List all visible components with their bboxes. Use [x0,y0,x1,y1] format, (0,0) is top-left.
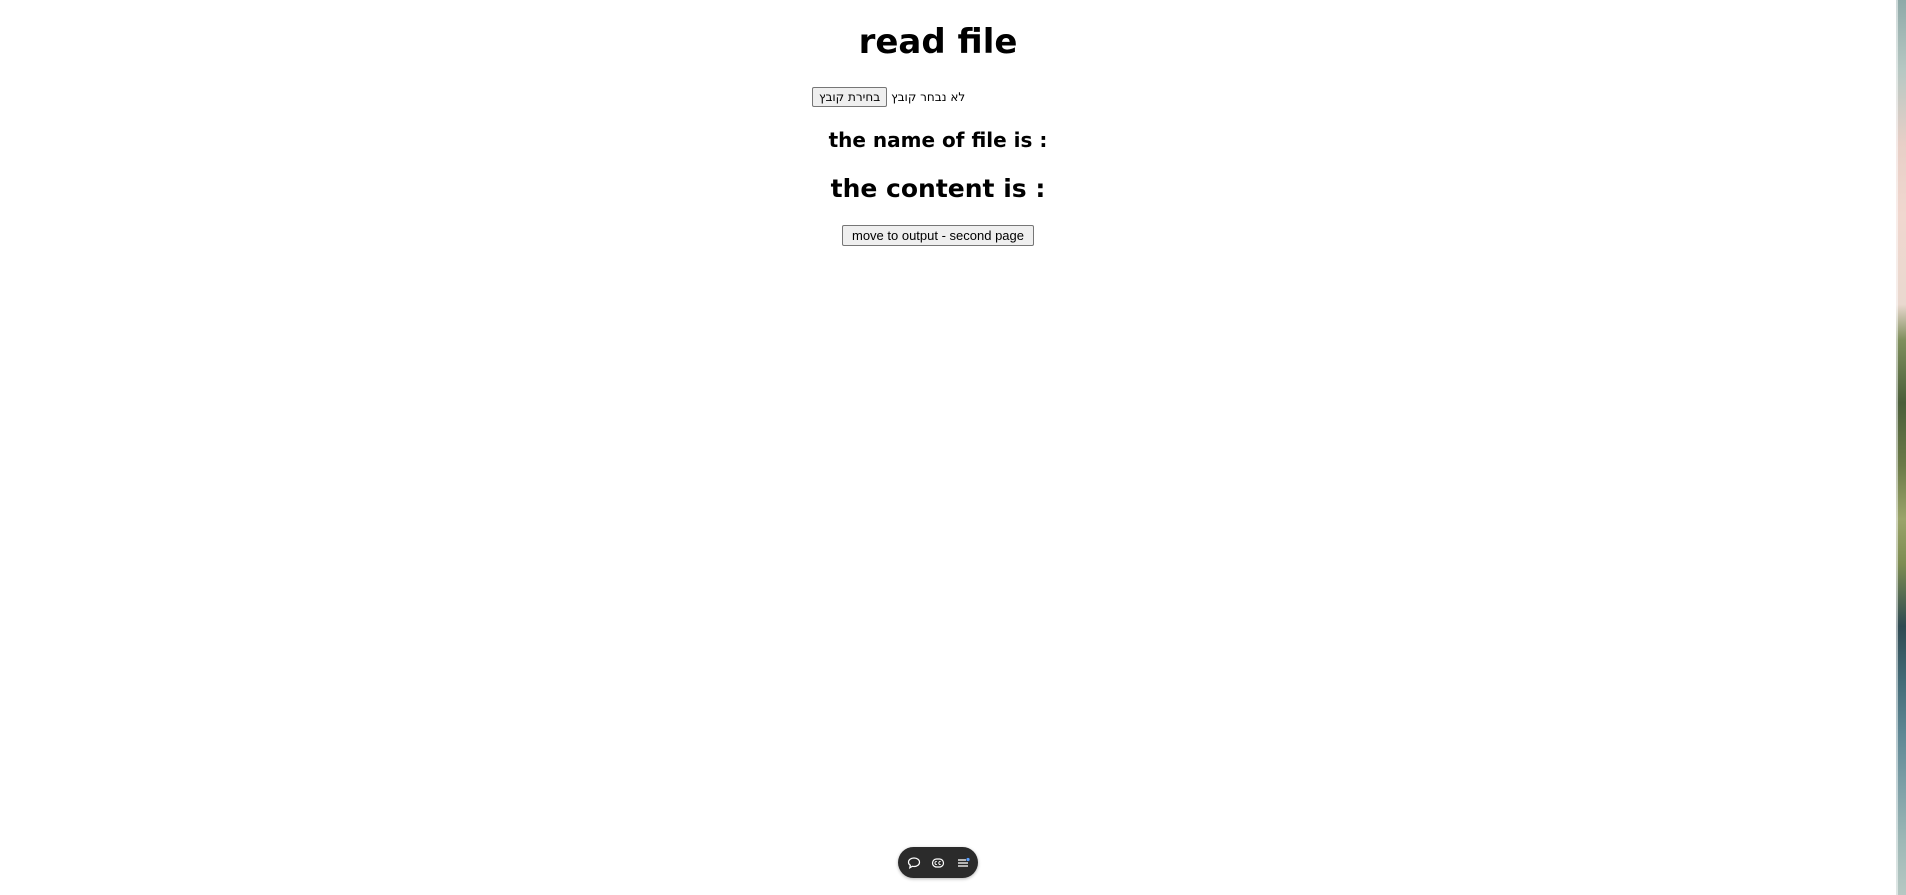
desktop-wallpaper-edge [1896,0,1906,895]
chat-bubble-icon[interactable] [905,854,923,872]
page-title: read file [858,22,1018,62]
caption-icon[interactable] [929,854,947,872]
file-input[interactable]: בחירת קובץ לא נבחר קובץ [812,87,965,107]
file-status-text: לא נבחר קובץ [891,90,966,104]
main-content: read file בחירת קובץ לא נבחר קובץ the na… [0,0,1896,895]
page: read file בחירת קובץ לא נבחר קובץ the na… [0,0,1906,895]
move-to-output-button[interactable]: move to output - second page [842,225,1034,246]
choose-file-button[interactable]: בחירת קובץ [812,87,888,107]
floating-toolbar [898,847,978,878]
list-menu-icon[interactable] [954,854,972,872]
file-name-heading: the name of file is : [828,128,1048,152]
file-content-heading: the content is : [830,174,1046,203]
